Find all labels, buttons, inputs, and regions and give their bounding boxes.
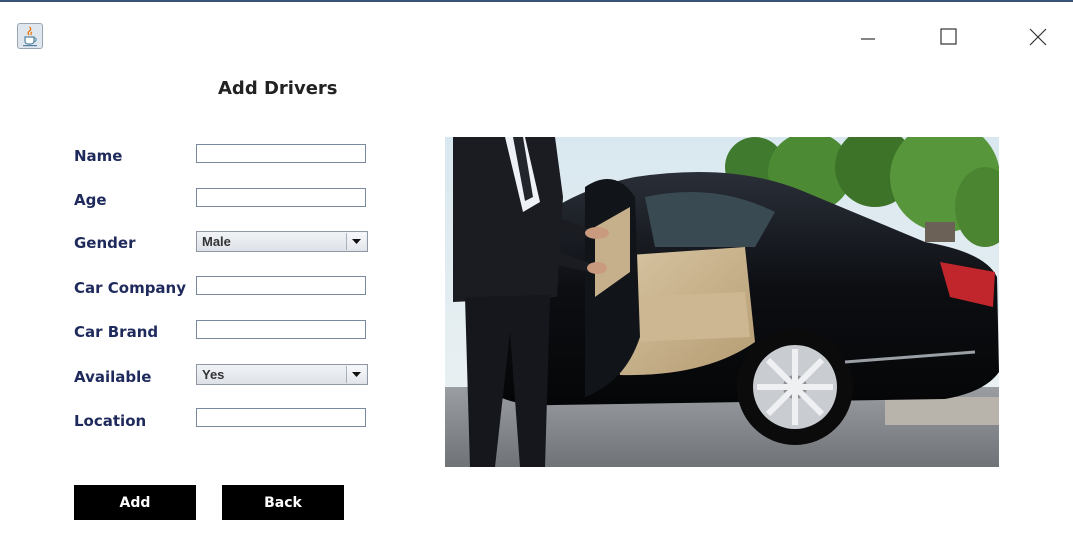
gender-selected-value: Male xyxy=(202,234,231,249)
available-label: Available xyxy=(74,368,152,386)
location-label: Location xyxy=(74,412,147,430)
java-cup-icon xyxy=(17,23,43,49)
available-select[interactable]: Yes xyxy=(196,364,368,385)
chevron-down-icon[interactable] xyxy=(346,366,366,383)
age-field[interactable] xyxy=(196,188,366,207)
car-brand-label: Car Brand xyxy=(74,323,159,341)
available-selected-value: Yes xyxy=(202,367,225,382)
car-brand-field[interactable] xyxy=(196,320,366,339)
window-top-border xyxy=(0,0,1073,2)
location-field[interactable] xyxy=(196,408,366,427)
name-field[interactable] xyxy=(196,144,366,163)
add-button[interactable]: Add xyxy=(74,485,196,520)
page-title: Add Drivers xyxy=(218,78,338,99)
chevron-down-icon[interactable] xyxy=(346,233,366,250)
chauffeur-car-photo xyxy=(445,137,999,467)
car-company-label: Car Company xyxy=(74,279,187,297)
minimize-icon[interactable] xyxy=(850,22,886,52)
car-company-field[interactable] xyxy=(196,276,366,295)
maximize-icon[interactable] xyxy=(930,22,966,52)
age-label: Age xyxy=(74,191,107,209)
gender-label: Gender xyxy=(74,234,136,252)
close-icon[interactable] xyxy=(1020,22,1056,52)
name-label: Name xyxy=(74,147,123,165)
back-button[interactable]: Back xyxy=(222,485,344,520)
gender-select[interactable]: Male xyxy=(196,231,368,252)
